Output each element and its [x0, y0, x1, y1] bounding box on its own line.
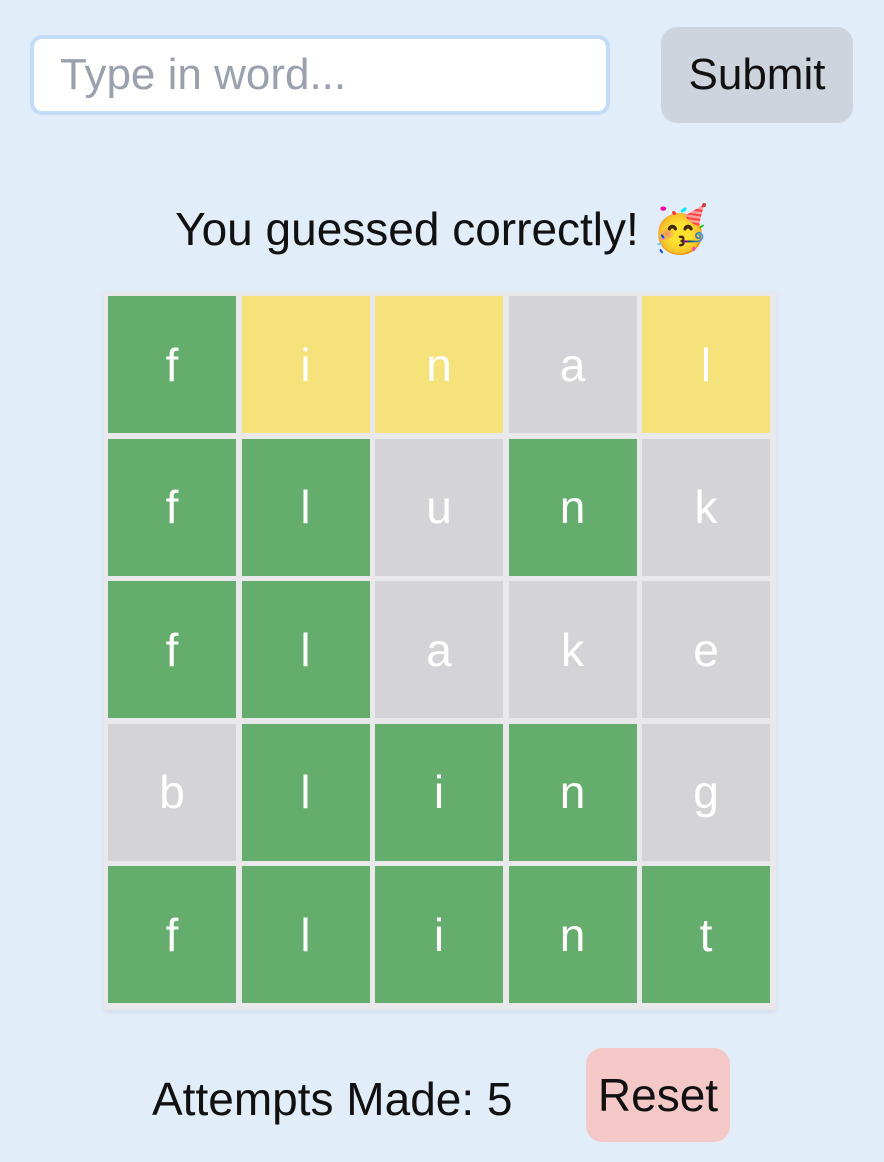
tile-correct: n	[508, 866, 637, 1003]
tile-absent: a	[508, 296, 637, 433]
tile-absent: k	[508, 581, 637, 718]
tile-correct: t	[642, 866, 770, 1003]
tile-correct: f	[108, 296, 236, 433]
tile-absent: u	[375, 438, 503, 576]
tile-correct: n	[508, 723, 637, 861]
tile-correct: f	[108, 581, 236, 718]
game-board: f i n a l f l u n k f l a k e b l i n g …	[104, 292, 776, 1010]
tile-absent: e	[642, 581, 770, 718]
tile-present: i	[241, 296, 370, 433]
tile-present: l	[642, 296, 770, 433]
result-message: You guessed correctly! 🥳	[175, 203, 709, 255]
tile-correct: i	[375, 723, 503, 861]
reset-button[interactable]: Reset	[586, 1048, 730, 1142]
tile-absent: k	[642, 438, 770, 576]
tile-correct: l	[241, 723, 370, 861]
tile-absent: a	[375, 581, 503, 718]
tile-correct: f	[108, 866, 236, 1003]
submit-button[interactable]: Submit	[661, 27, 853, 123]
tile-absent: b	[108, 723, 236, 861]
tile-correct: l	[241, 581, 370, 718]
tile-correct: n	[508, 438, 637, 576]
tile-correct: i	[375, 866, 503, 1003]
tile-present: n	[375, 296, 503, 433]
tile-absent: g	[642, 723, 770, 861]
tile-correct: l	[241, 438, 370, 576]
tile-correct: f	[108, 438, 236, 576]
word-input[interactable]	[30, 35, 610, 115]
tile-correct: l	[241, 866, 370, 1003]
attempts-counter: Attempts Made: 5	[152, 1073, 513, 1125]
